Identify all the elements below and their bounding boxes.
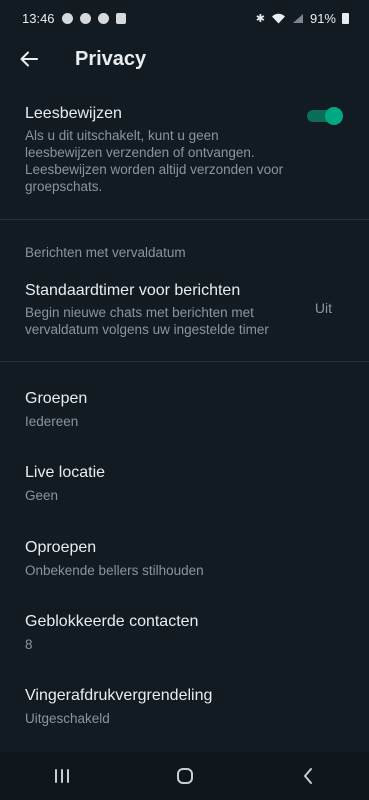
status-right: ✱ 91% — [256, 11, 349, 26]
wifi-icon — [271, 13, 285, 23]
read-receipts-title: Leesbewijzen — [25, 105, 122, 122]
default-timer-description: Begin nieuwe chats met berichten met ver… — [25, 305, 269, 337]
read-receipts-description: Als u dit uitschakelt, kunt u geen leesb… — [25, 128, 284, 194]
recent-apps-button[interactable] — [32, 752, 92, 800]
setting-value: Iedereen — [25, 414, 79, 429]
setting-value: Geen — [25, 488, 59, 503]
setting-title: Groepen — [25, 390, 88, 407]
setting-value: Onbekende bellers stilhouden — [25, 563, 204, 578]
back-nav-button[interactable] — [278, 752, 338, 800]
bluetooth-icon: ✱ — [255, 12, 265, 25]
status-left: 13:46 — [22, 11, 126, 26]
chrome-notification-icon — [61, 12, 73, 24]
default-timer-row[interactable]: Standaardtimer voor berichten Begin nieu… — [0, 281, 369, 338]
setting-title: Oproepen — [25, 539, 97, 556]
setting-value: 8 — [25, 637, 33, 652]
setting-title: Geblokkeerde contacten — [25, 613, 199, 630]
snapchat-notification-icon — [97, 12, 109, 24]
setting-row-blocked-contacts[interactable]: Geblokkeerde contacten 8 — [0, 612, 369, 653]
battery-icon — [342, 12, 349, 24]
app-notification-icon — [115, 12, 126, 24]
home-button[interactable] — [155, 752, 215, 800]
signal-icon — [292, 13, 303, 23]
messenger-notification-icon — [79, 12, 91, 24]
back-button[interactable] — [1, 36, 57, 82]
arrow-left-icon — [20, 51, 38, 67]
toggle-thumb — [325, 107, 343, 125]
setting-row-calls[interactable]: Oproepen Onbekende bellers stilhouden — [0, 538, 369, 579]
divider — [0, 219, 369, 220]
page-title: Privacy — [75, 47, 147, 70]
chevron-left-icon — [303, 768, 312, 784]
default-timer-title: Standaardtimer voor berichten — [25, 282, 241, 299]
setting-title: Live locatie — [25, 464, 106, 481]
read-receipts-toggle[interactable] — [307, 107, 343, 125]
status-bar: 13:46 ✱ 91% — [0, 0, 369, 36]
setting-row-groups[interactable]: Groepen Iedereen — [0, 389, 369, 430]
app-bar: Privacy — [0, 36, 369, 82]
setting-row-fingerprint-lock[interactable]: Vingerafdrukvergrendeling Uitgeschakeld — [0, 686, 369, 727]
battery-percent: 91% — [309, 10, 336, 26]
default-timer-value: Uit — [314, 300, 332, 316]
system-nav-bar — [0, 752, 369, 800]
status-time: 13:46 — [22, 10, 55, 26]
section-label-disappearing: Berichten met vervaldatum — [25, 245, 186, 260]
setting-title: Vingerafdrukvergrendeling — [25, 687, 213, 704]
recent-apps-icon — [54, 769, 69, 783]
home-icon — [176, 768, 193, 784]
setting-row-live-location[interactable]: Live locatie Geen — [0, 463, 369, 504]
divider — [0, 361, 369, 362]
setting-value: Uitgeschakeld — [25, 711, 110, 726]
